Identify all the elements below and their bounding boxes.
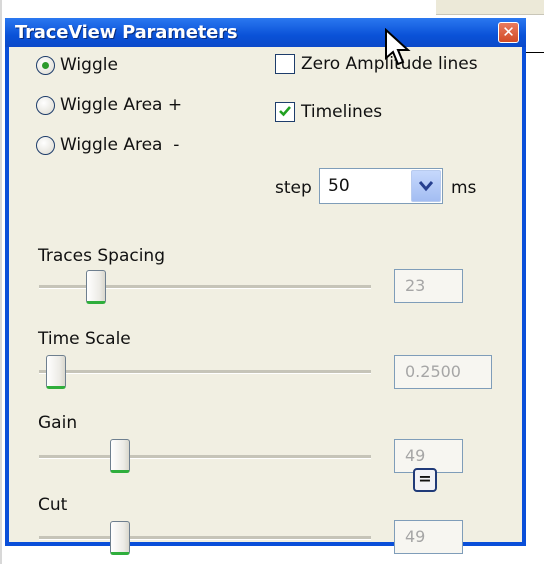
traces-spacing-slider-thumb[interactable] xyxy=(86,270,106,304)
radio-button[interactable] xyxy=(36,135,55,155)
equals-icon: = xyxy=(418,469,432,488)
radio-label: Wiggle Area + xyxy=(60,95,183,115)
cut-value: 49 xyxy=(405,527,426,546)
background-edge xyxy=(0,0,2,564)
time-scale-value-field[interactable]: 0.2500 xyxy=(394,355,492,389)
timelines-label: Timelines xyxy=(301,102,383,122)
time-scale-track[interactable] xyxy=(39,370,371,374)
traces-spacing-value-field[interactable]: 23 xyxy=(394,269,463,303)
cut-track[interactable] xyxy=(39,536,371,540)
link-values-button[interactable]: = xyxy=(413,468,437,492)
zero-amplitude-checkbox-row[interactable]: Zero Amplitude lines xyxy=(275,54,478,74)
checkmark-icon xyxy=(279,106,291,117)
dialog-content: Wiggle Wiggle Area + Wiggle Area - Zero … xyxy=(9,47,522,555)
chevron-down-icon xyxy=(419,181,433,192)
time-scale-slider-thumb[interactable] xyxy=(46,355,66,389)
traces-spacing-value: 23 xyxy=(405,276,426,295)
step-select[interactable]: 50 xyxy=(319,168,443,204)
gain-value: 49 xyxy=(405,446,426,465)
cut-slider-thumb[interactable] xyxy=(110,521,130,555)
traces-spacing-label: Traces Spacing xyxy=(38,246,165,266)
dropdown-button[interactable] xyxy=(411,170,441,202)
timelines-checkbox-row[interactable]: Timelines xyxy=(275,102,382,122)
step-unit-label: ms xyxy=(451,178,477,198)
cut-value-field[interactable]: 49 xyxy=(394,520,463,554)
background-toolbar xyxy=(436,0,544,15)
radio-button-selected[interactable] xyxy=(36,55,55,75)
title-bar[interactable]: TraceView Parameters ✕ xyxy=(5,18,526,47)
gain-slider-thumb[interactable] xyxy=(110,439,130,473)
close-button[interactable]: ✕ xyxy=(498,22,519,43)
traceview-parameters-dialog: TraceView Parameters ✕ Wiggle Wiggle Are… xyxy=(5,18,526,555)
radio-button[interactable] xyxy=(36,95,55,115)
mouse-pointer-icon xyxy=(385,28,411,66)
cut-label: Cut xyxy=(38,495,68,515)
timelines-checkbox[interactable] xyxy=(275,102,295,122)
close-icon: ✕ xyxy=(502,23,515,41)
step-value: 50 xyxy=(328,176,350,196)
time-scale-value: 0.2500 xyxy=(405,362,461,381)
radio-label: Wiggle Area - xyxy=(60,135,180,155)
step-label: step xyxy=(275,178,312,198)
radio-label: Wiggle xyxy=(60,55,118,75)
window-title: TraceView Parameters xyxy=(15,22,238,43)
radio-wiggle-area-plus[interactable]: Wiggle Area + xyxy=(36,95,182,115)
gain-label: Gain xyxy=(38,413,78,433)
zero-amplitude-checkbox[interactable] xyxy=(275,54,295,74)
gain-track[interactable] xyxy=(39,455,371,459)
radio-wiggle[interactable]: Wiggle xyxy=(36,55,118,75)
radio-wiggle-area-minus[interactable]: Wiggle Area - xyxy=(36,135,179,155)
time-scale-label: Time Scale xyxy=(38,329,131,349)
